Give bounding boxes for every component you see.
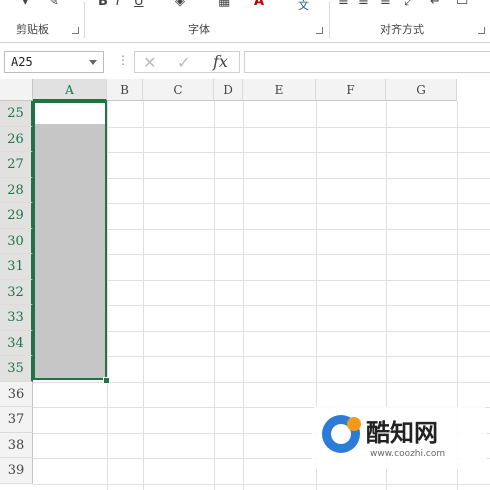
column-header-g[interactable]: G bbox=[386, 79, 457, 101]
cancel-icon[interactable]: ✕ bbox=[143, 53, 156, 72]
column-header-b[interactable]: B bbox=[107, 79, 143, 101]
font-color-button[interactable]: A bbox=[254, 0, 264, 9]
gridline bbox=[143, 101, 144, 490]
row-header-34[interactable]: 34 bbox=[0, 330, 33, 356]
column-header-f[interactable]: F bbox=[316, 79, 386, 101]
watermark-url: www.coozhi.com bbox=[370, 449, 446, 459]
name-box[interactable]: A25 bbox=[4, 51, 104, 73]
group-separator bbox=[329, 2, 330, 38]
row-header-37[interactable]: 37 bbox=[0, 407, 33, 433]
more-icon[interactable]: ⋮ bbox=[117, 53, 129, 67]
gridline bbox=[214, 101, 215, 490]
bold-button[interactable]: B bbox=[98, 0, 108, 9]
row-header-39[interactable]: 39 bbox=[0, 458, 33, 484]
align-bottom-icon[interactable]: ≡ bbox=[380, 0, 391, 9]
row-header-35[interactable]: 35 bbox=[0, 356, 33, 382]
gridline bbox=[243, 101, 244, 490]
underline-button[interactable]: U bbox=[134, 0, 144, 9]
column-header-c[interactable]: C bbox=[143, 79, 214, 101]
group-separator bbox=[84, 2, 85, 38]
row-header-27[interactable]: 27 bbox=[0, 152, 33, 178]
format-painter-icon[interactable]: ✎ bbox=[48, 0, 59, 9]
insert-function-icon[interactable]: fx bbox=[213, 52, 228, 71]
gridline bbox=[107, 101, 108, 490]
row-header-38[interactable]: 38 bbox=[0, 432, 33, 458]
group-label-font: 字体 bbox=[188, 23, 210, 36]
italic-button[interactable]: I bbox=[116, 0, 120, 9]
row-header-28[interactable]: 28 bbox=[0, 177, 33, 203]
merge-icon[interactable]: ▭ bbox=[456, 0, 468, 9]
row-header-36[interactable]: 36 bbox=[0, 381, 33, 407]
column-header-a[interactable]: A bbox=[33, 79, 107, 101]
ribbon: ▾ ✎ B I U ◈ ▦ A 文 ≡ ≡ ≡ ⤢ ↵ ▭ 剪贴板 字体 对齐方… bbox=[0, 0, 490, 43]
wrap-text-icon[interactable]: ↵ bbox=[430, 0, 441, 9]
row-header-30[interactable]: 30 bbox=[0, 228, 33, 254]
border-icon[interactable]: ▦ bbox=[218, 0, 230, 9]
select-all-corner[interactable] bbox=[0, 79, 33, 101]
formula-buttons: ✕ ✓ fx bbox=[134, 51, 240, 73]
watermark-title: 酷知网 bbox=[366, 419, 438, 447]
formula-input[interactable] bbox=[244, 51, 490, 73]
column-header-d[interactable]: D bbox=[214, 79, 243, 101]
orientation-icon[interactable]: ⤢ bbox=[404, 0, 414, 9]
fill-handle[interactable] bbox=[103, 377, 110, 384]
gridline bbox=[33, 381, 490, 383]
enter-icon[interactable]: ✓ bbox=[177, 53, 190, 72]
watermark-logo-icon bbox=[322, 415, 361, 453]
watermark: 酷知网 www.coozhi.com bbox=[312, 407, 487, 469]
row-header-25[interactable]: 25 bbox=[0, 101, 33, 127]
row-header-26[interactable]: 26 bbox=[0, 126, 33, 152]
formula-bar: A25 ⋮ ✕ ✓ fx bbox=[0, 43, 490, 79]
row-header-33[interactable]: 33 bbox=[0, 305, 33, 331]
fill-color-icon[interactable]: ◈ bbox=[175, 0, 185, 9]
row-header-29[interactable]: 29 bbox=[0, 203, 33, 229]
gridline bbox=[33, 483, 490, 485]
clipboard-launcher-icon[interactable] bbox=[72, 27, 79, 34]
phonetic-button[interactable]: 文 bbox=[298, 0, 309, 13]
alignment-launcher-icon[interactable] bbox=[478, 27, 485, 34]
align-top-icon[interactable]: ≡ bbox=[338, 0, 349, 9]
group-label-clipboard: 剪贴板 bbox=[16, 23, 49, 36]
name-box-value: A25 bbox=[11, 55, 33, 69]
ribbon-top-row: ▾ ✎ B I U ◈ ▦ A 文 ≡ ≡ ≡ ⤢ ↵ ▭ bbox=[0, 0, 490, 18]
selected-range[interactable] bbox=[33, 101, 107, 380]
column-header-e[interactable]: E bbox=[243, 79, 316, 101]
font-launcher-icon[interactable] bbox=[316, 27, 323, 34]
group-label-alignment: 对齐方式 bbox=[380, 23, 424, 36]
row-header-31[interactable]: 31 bbox=[0, 254, 33, 280]
row-header-32[interactable]: 32 bbox=[0, 279, 33, 305]
align-middle-icon[interactable]: ≡ bbox=[358, 0, 369, 9]
name-box-dropdown-icon[interactable] bbox=[89, 60, 97, 65]
dropdown-arrow-icon[interactable]: ▾ bbox=[22, 0, 29, 9]
